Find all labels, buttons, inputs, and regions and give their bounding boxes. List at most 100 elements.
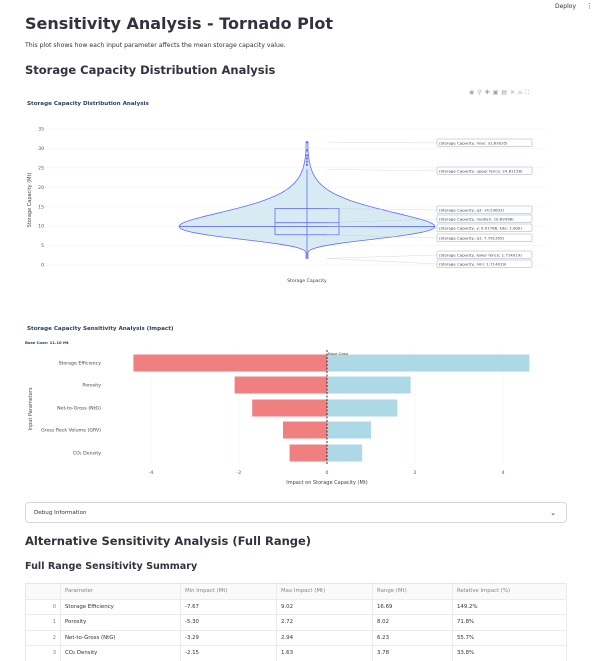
- cell-max-impact: 2.72: [276, 614, 373, 631]
- tornado-x-tick-label: 0: [326, 470, 329, 476]
- cell-max-impact: 2.94: [276, 630, 373, 646]
- cell-parameter: Storage Efficiency: [60, 599, 181, 615]
- cell-range: 16.69: [372, 599, 453, 615]
- tornado-bar-positive: [327, 399, 398, 417]
- debug-expander[interactable]: Debug Information ⌄: [25, 502, 567, 523]
- tornado-category-label: CO₂ Density: [73, 451, 101, 457]
- table-row: 0 Storage Efficiency -7.67 9.02 16.69 14…: [25, 599, 567, 615]
- violin-outlier-point: [305, 160, 309, 163]
- camera-icon[interactable]: ◉: [469, 89, 474, 97]
- table-header-index[interactable]: [25, 583, 61, 600]
- violin-y-tick-label: 5: [41, 243, 44, 249]
- tornado-bar-negative: [252, 399, 327, 417]
- tornado-bar-positive: [327, 421, 371, 439]
- hover-label-text: (Storage Capacity, lower fence: 1.714019…: [439, 252, 522, 257]
- row-index: 3: [25, 645, 61, 661]
- base-case-text: Base Case: 11.10 Mt: [25, 340, 69, 345]
- intro-text: This plot shows how each input parameter…: [25, 42, 286, 49]
- tornado-x-tick-label: -4: [149, 470, 154, 476]
- table-row: 2 Net-to-Gross (NtG) -3.29 2.94 6.23 55.…: [25, 630, 567, 646]
- deploy-button[interactable]: Deploy: [555, 3, 576, 10]
- zoom-out-icon[interactable]: ▤: [501, 89, 507, 97]
- table-row: 1 Porosity -5.30 2.72 8.02 71.8%: [25, 614, 567, 631]
- cell-max-impact: 1.63: [276, 645, 373, 661]
- cell-parameter: Porosity: [60, 614, 181, 631]
- table-header-min-impact[interactable]: Min Impact (Mt): [180, 583, 277, 600]
- violin-y-tick-label: 0: [41, 263, 44, 269]
- cell-range: 8.02: [372, 614, 453, 631]
- tornado-category-label: Net-to-Gross (NtG): [57, 406, 101, 412]
- hover-label-text: (Storage Capacity, max: 31.63035): [439, 140, 508, 145]
- violin-chart: Storage Capacity (Mt) Storage Capacity 0…: [27, 127, 545, 284]
- tornado-bar-negative: [283, 421, 327, 439]
- hover-label-text: (Storage Capacity, q1: 7.791359): [439, 235, 505, 240]
- hover-label-text: (Storage Capacity, median: 10.89398): [439, 216, 514, 221]
- row-index: 0: [25, 599, 61, 615]
- violin-y-tick-label: 10: [38, 224, 44, 230]
- tornado-x-tick-label: -2: [237, 470, 242, 476]
- tornado-bar-negative: [133, 354, 327, 372]
- tornado-category-label: Storage Efficiency: [59, 361, 102, 367]
- table-header-relative-impact[interactable]: Relative Impact (%): [452, 583, 567, 600]
- violin-outlier-point: [305, 149, 309, 152]
- zoom-icon[interactable]: ⚲: [477, 89, 481, 97]
- cell-range: 3.78: [372, 645, 453, 661]
- cell-max-impact: 9.02: [276, 599, 373, 615]
- zoom-in-icon[interactable]: ▣: [493, 89, 499, 97]
- cell-min-impact: -3.29: [180, 630, 277, 646]
- cell-relative-impact: 33.8%: [452, 645, 567, 661]
- table-row: 3 CO₂ Density -2.15 1.63 3.78 33.8%: [25, 645, 567, 661]
- debug-expander-label: Debug Information: [34, 509, 87, 516]
- fullscreen-icon[interactable]: ⛶: [525, 89, 529, 97]
- cell-parameter: CO₂ Density: [60, 645, 181, 661]
- violin-y-tick-label: 15: [38, 204, 44, 210]
- tornado-bar-positive: [327, 376, 411, 394]
- hover-label-connector: [326, 254, 438, 259]
- tornado-bar-positive: [327, 354, 530, 372]
- hover-label-connector: [326, 169, 438, 172]
- violin-outlier-point: [305, 157, 309, 160]
- pan-icon[interactable]: ✚: [485, 89, 490, 97]
- section-title-distribution: Storage Capacity Distribution Analysis: [25, 63, 276, 77]
- hover-label-text: (Storage Capacity, y: 9.91788, kde: 1.00…: [439, 225, 522, 230]
- cell-relative-impact: 71.8%: [452, 614, 567, 631]
- autoscale-icon[interactable]: ✕: [510, 89, 515, 97]
- tornado-x-tick-label: 2: [414, 470, 417, 476]
- hover-label-text: (Storage Capacity, upper fence: 24.61158…: [439, 168, 523, 173]
- table-header-row: Parameter Min Impact (Mt) Max Impact (Mt…: [25, 583, 567, 600]
- plot-modebar: ◉ ⚲ ✚ ▣ ▤ ✕ ⌂ ⛶: [469, 89, 529, 97]
- sensitivity-summary-table: Parameter Min Impact (Mt) Max Impact (Mt…: [25, 583, 567, 661]
- section-title-alternative: Alternative Sensitivity Analysis (Full R…: [25, 534, 312, 548]
- app-toolbar: Deploy ⋮: [555, 0, 605, 12]
- cell-min-impact: -2.15: [180, 645, 277, 661]
- cell-relative-impact: 149.2%: [452, 599, 567, 615]
- cell-relative-impact: 55.7%: [452, 630, 567, 646]
- row-index: 1: [25, 614, 61, 631]
- cell-parameter: Net-to-Gross (NtG): [60, 630, 181, 646]
- home-icon[interactable]: ⌂: [518, 89, 522, 97]
- violin-x-axis-label: Storage Capacity: [287, 278, 327, 284]
- hover-label-connector: [326, 258, 438, 265]
- table-header-range[interactable]: Range (Mt): [372, 583, 453, 600]
- violin-y-tick-label: 25: [38, 165, 44, 171]
- table-header-parameter[interactable]: Parameter: [60, 583, 181, 600]
- violin-y-tick-label: 35: [38, 127, 44, 133]
- chevron-down-icon: ⌄: [550, 508, 556, 517]
- tornado-bar-positive: [327, 444, 363, 462]
- tornado-chart-title: Storage Capacity Sensitivity Analysis (I…: [27, 326, 174, 332]
- table-header-max-impact[interactable]: Max Impact (Mt): [276, 583, 373, 600]
- violin-y-tick-label: 20: [38, 185, 44, 191]
- tornado-bar-negative: [234, 376, 327, 394]
- violin-outlier-point: [305, 163, 309, 166]
- violin-y-axis-label: Storage Capacity (Mt): [27, 173, 33, 228]
- row-index: 2: [25, 630, 61, 646]
- page-title: Sensitivity Analysis - Tornado Plot: [25, 14, 333, 33]
- tornado-category-label: Gross Rock Volume (GRV): [41, 428, 101, 434]
- cell-range: 6.23: [372, 630, 453, 646]
- tornado-x-tick-label: 4: [502, 470, 505, 476]
- base-case-annotation: Base Case: [328, 351, 349, 356]
- kebab-menu-icon[interactable]: ⋮: [586, 2, 593, 10]
- violin-outlier-point: [305, 154, 309, 157]
- violin-chart-title: Storage Capacity Distribution Analysis: [27, 101, 149, 107]
- violin-outlier-point: [305, 140, 309, 144]
